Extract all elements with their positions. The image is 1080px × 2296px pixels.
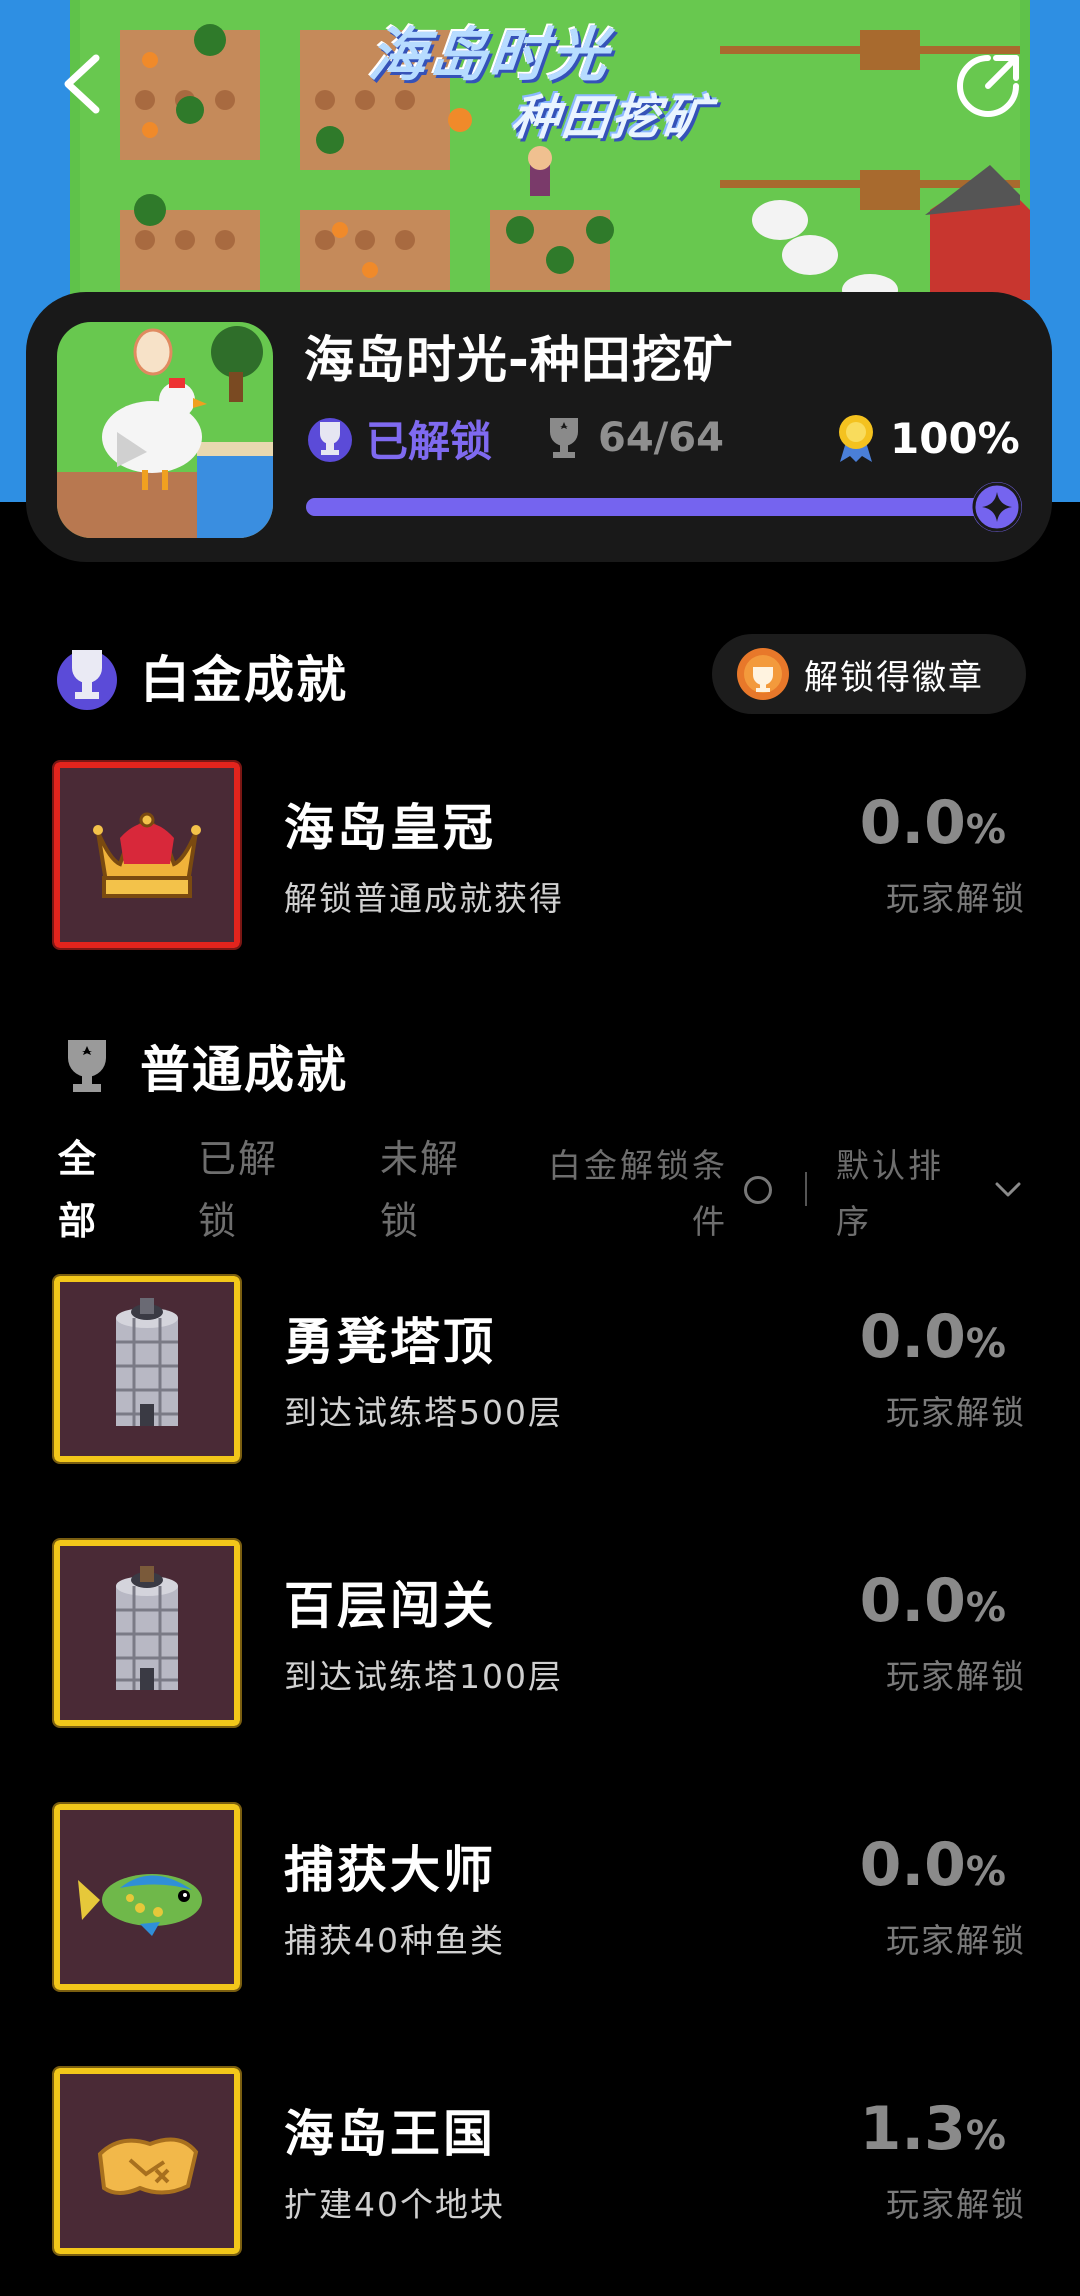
banner-subtitle: 种田挖矿 xyxy=(508,90,715,146)
normal-section-title: 普通成就 xyxy=(140,1041,348,1099)
unlock-status: 已解锁 xyxy=(304,410,492,466)
achievement-item-tower-500[interactable]: 勇凳塔顶 到达试练塔500层 0.0% 玩家解锁 xyxy=(52,1274,1026,1464)
trophy-icon xyxy=(550,418,578,458)
crown-icon xyxy=(60,768,234,942)
filter-locked-tab[interactable]: 未解锁 xyxy=(380,1128,476,1252)
achievement-count-label: 64/64 xyxy=(598,415,724,461)
achievement-count: 64/64 xyxy=(542,410,724,466)
achievement-item-fishing[interactable]: 捕获大师 捕获40种鱼类 0.0% 玩家解锁 xyxy=(52,1802,1026,1992)
achievement-percent: 0.0% xyxy=(860,1566,1006,1636)
unlocked-label: 已解锁 xyxy=(366,416,493,466)
achievement-description: 解锁普通成就获得 xyxy=(284,879,564,918)
platinum-trophy-icon xyxy=(308,418,352,462)
map-scroll-icon xyxy=(60,2074,234,2248)
players-unlocked-label: 玩家解锁 xyxy=(886,1657,1026,1696)
achievement-percent: 1.3% xyxy=(860,2094,1006,2164)
players-unlocked-label: 玩家解锁 xyxy=(886,1921,1026,1960)
players-unlocked-label: 玩家解锁 xyxy=(886,2185,1026,2224)
percent-unit: % xyxy=(965,1321,1006,1367)
platinum-condition-toggle[interactable] xyxy=(744,1176,772,1204)
achievement-description: 到达试练塔500层 xyxy=(284,1393,563,1432)
players-unlocked-label: 玩家解锁 xyxy=(886,879,1026,918)
share-button[interactable] xyxy=(952,50,1024,122)
percent-value: 0.0 xyxy=(859,1566,966,1636)
filter-unlocked-tab[interactable]: 已解锁 xyxy=(198,1128,294,1252)
unlock-badge-label: 解锁得徽章 xyxy=(804,657,984,698)
achievement-item-kingdom[interactable]: 海岛王国 扩建40个地块 1.3% 玩家解锁 xyxy=(52,2066,1026,2256)
achievement-name: 勇凳塔顶 xyxy=(284,1313,496,1371)
achievement-name: 海岛皇冠 xyxy=(284,799,496,857)
progress-knob xyxy=(972,482,1022,532)
platinum-section-title: 白金成就 xyxy=(140,651,348,709)
achievement-item-tower-100[interactable]: 百层闯关 到达试练塔100层 0.0% 玩家解锁 xyxy=(52,1538,1026,1728)
achievement-icon xyxy=(52,1274,242,1464)
percent-value: 1.3 xyxy=(859,2094,966,2164)
fish-icon xyxy=(60,1810,234,1984)
game-title: 海岛时光-种田挖矿 xyxy=(304,331,734,389)
chevron-down-icon[interactable] xyxy=(994,1180,1022,1200)
normal-section-header: 普通成就 xyxy=(54,1030,348,1102)
platinum-trophy-icon xyxy=(57,650,117,710)
sparkle-icon xyxy=(972,482,1022,532)
unlock-badge-button[interactable]: 解锁得徽章 xyxy=(712,634,1026,714)
achievement-description: 捕获40种鱼类 xyxy=(284,1921,505,1960)
achievement-icon xyxy=(52,1802,242,1992)
tower-icon xyxy=(60,1546,234,1720)
filter-divider xyxy=(805,1172,807,1206)
completion-percent-label: 100% xyxy=(890,413,1020,463)
progress-bar xyxy=(306,498,1004,516)
achievement-icon xyxy=(52,2066,242,2256)
achievement-name: 百层闯关 xyxy=(284,1577,496,1635)
percent-unit: % xyxy=(965,2113,1006,2159)
chevron-left-icon xyxy=(64,54,100,114)
percent-value: 0.0 xyxy=(859,788,966,858)
percent-value: 0.0 xyxy=(859,1302,966,1372)
chicken-game-icon xyxy=(57,322,273,538)
platinum-section-header: 白金成就 xyxy=(54,640,348,712)
tower-icon xyxy=(60,1282,234,1456)
players-unlocked-label: 玩家解锁 xyxy=(886,1393,1026,1432)
achievement-percent: 0.0% xyxy=(860,788,1006,858)
share-icon xyxy=(957,55,1019,117)
achievement-item-crown[interactable]: 海岛皇冠 解锁普通成就获得 0.0% 玩家解锁 xyxy=(52,760,1026,950)
achievement-percent: 0.0% xyxy=(860,1830,1006,1900)
filter-all-tab[interactable]: 全部 xyxy=(58,1128,108,1252)
achievement-icon xyxy=(52,1538,242,1728)
game-summary-card: 海岛时光-种田挖矿 已解锁 64/64 100% xyxy=(26,292,1052,562)
medal-icon xyxy=(839,415,873,462)
trophy-icon xyxy=(68,1040,106,1092)
achievement-name: 海岛王国 xyxy=(284,2105,496,2163)
sort-dropdown[interactable]: 默认排序 xyxy=(836,1138,946,1250)
percent-unit: % xyxy=(965,1849,1006,1895)
achievement-icon xyxy=(52,760,242,950)
platinum-condition-filter[interactable]: 白金解锁条件 xyxy=(536,1138,728,1250)
progress-fill xyxy=(306,498,1004,516)
percent-unit: % xyxy=(965,807,1006,853)
percent-value: 0.0 xyxy=(859,1830,966,1900)
back-button[interactable] xyxy=(56,52,112,116)
achievement-percent: 0.0% xyxy=(860,1302,1006,1372)
game-icon xyxy=(57,322,273,538)
percent-unit: % xyxy=(965,1585,1006,1631)
achievement-description: 到达试练塔100层 xyxy=(284,1657,563,1696)
completion-percent: 100% xyxy=(834,410,1020,466)
achievement-name: 捕获大师 xyxy=(284,1841,496,1899)
badge-icon xyxy=(737,648,789,700)
achievement-description: 扩建40个地块 xyxy=(284,2185,505,2224)
